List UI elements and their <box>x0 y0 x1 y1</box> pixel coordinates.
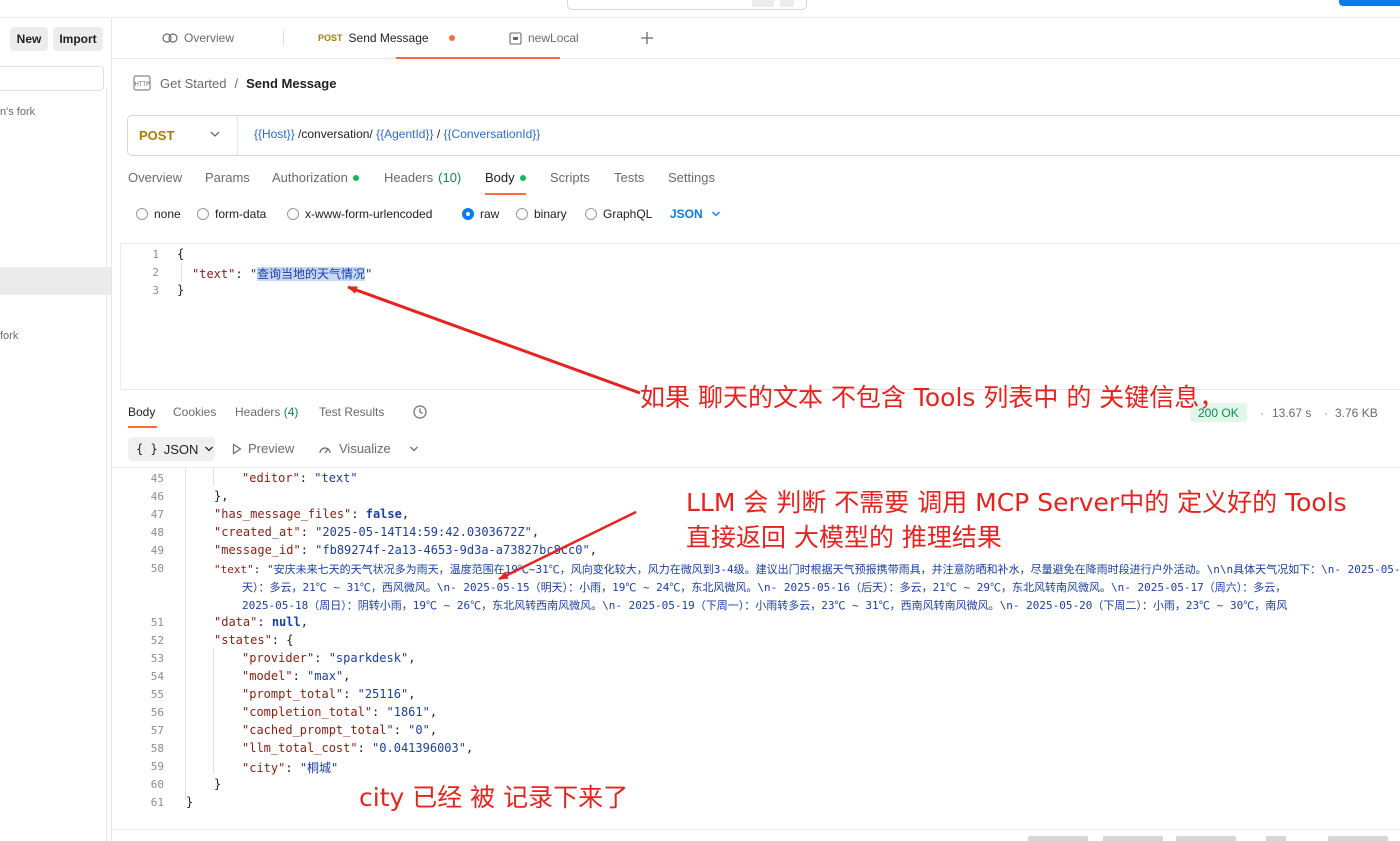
annotation-text: LLM 会 判断 不需要 调用 MCP Server中的 定义好的 Tools <box>686 488 1347 517</box>
annotation-text: city 已经 被 记录下来了 <box>359 783 629 812</box>
annotation-text: 直接返回 大模型的 推理结果 <box>686 523 1002 552</box>
annotation-arrow <box>347 285 641 395</box>
annotation-arrows <box>347 285 641 581</box>
annotation-arrow <box>498 510 637 581</box>
annotation-text: 如果 聊天的文本 不包含 Tools 列表中 的 关键信息， <box>640 383 1225 412</box>
app-window: New Import n's fork fork Overview POST S… <box>0 0 1400 841</box>
